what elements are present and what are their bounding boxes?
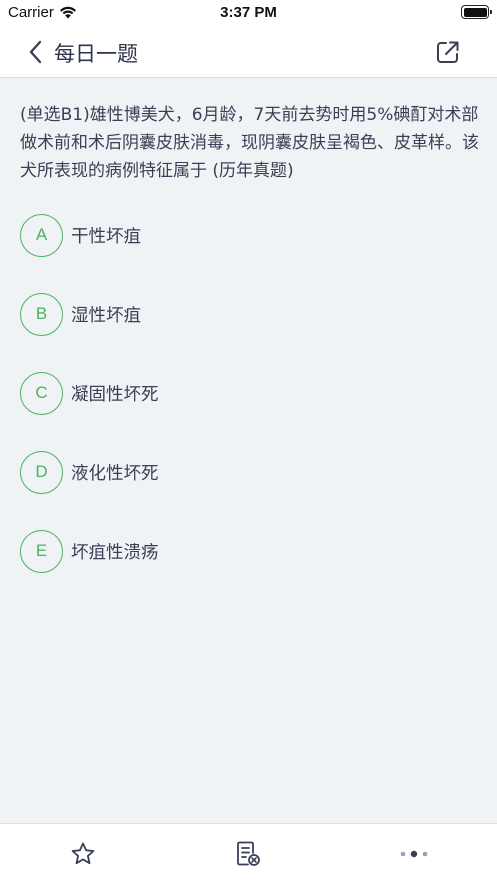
bottom-toolbar [0, 823, 497, 883]
chevron-left-icon [29, 40, 42, 64]
option-e[interactable]: E 坏疽性溃疡 [20, 529, 480, 573]
option-text: 液化性坏死 [71, 463, 159, 484]
question-content: (单选B1)雄性博美犬，6月龄，7天前去势时用5%碘酊对术部做术前和术后阴囊皮肤… [0, 79, 497, 823]
more-button[interactable] [399, 839, 429, 869]
back-button[interactable] [22, 38, 48, 66]
share-icon [437, 41, 459, 63]
option-letter: E [20, 529, 63, 573]
star-icon [71, 842, 95, 865]
option-letter: B [20, 292, 63, 336]
option-letter: A [20, 213, 63, 257]
status-time: 3:37 PM [220, 4, 277, 21]
status-bar: Carrier 3:37 PM [0, 0, 497, 26]
answer-sheet-button[interactable] [233, 839, 263, 869]
share-button[interactable] [435, 39, 461, 65]
nav-bar: 每日一题 [0, 26, 497, 78]
option-letter: C [20, 371, 63, 415]
option-d[interactable]: D 液化性坏死 [20, 450, 480, 494]
option-text: 坏疽性溃疡 [71, 542, 159, 563]
option-text: 干性坏疽 [71, 226, 141, 247]
battery-icon [461, 5, 492, 19]
options-list: A 干性坏疽 B 湿性坏疽 C 凝固性坏死 D 液化性坏死 E 坏疽性溃疡 [20, 213, 480, 608]
option-a[interactable]: A 干性坏疽 [20, 213, 480, 257]
option-letter: D [20, 450, 63, 494]
answer-sheet-icon [237, 841, 260, 866]
page-title: 每日一题 [54, 42, 138, 66]
option-b[interactable]: B 湿性坏疽 [20, 292, 480, 336]
question-text: (单选B1)雄性博美犬，6月龄，7天前去势时用5%碘酊对术部做术前和术后阴囊皮肤… [20, 105, 479, 181]
favorite-button[interactable] [68, 839, 98, 869]
option-text: 湿性坏疽 [71, 305, 141, 326]
more-dots-icon [400, 850, 428, 858]
option-c[interactable]: C 凝固性坏死 [20, 371, 480, 415]
option-text: 凝固性坏死 [71, 384, 159, 405]
